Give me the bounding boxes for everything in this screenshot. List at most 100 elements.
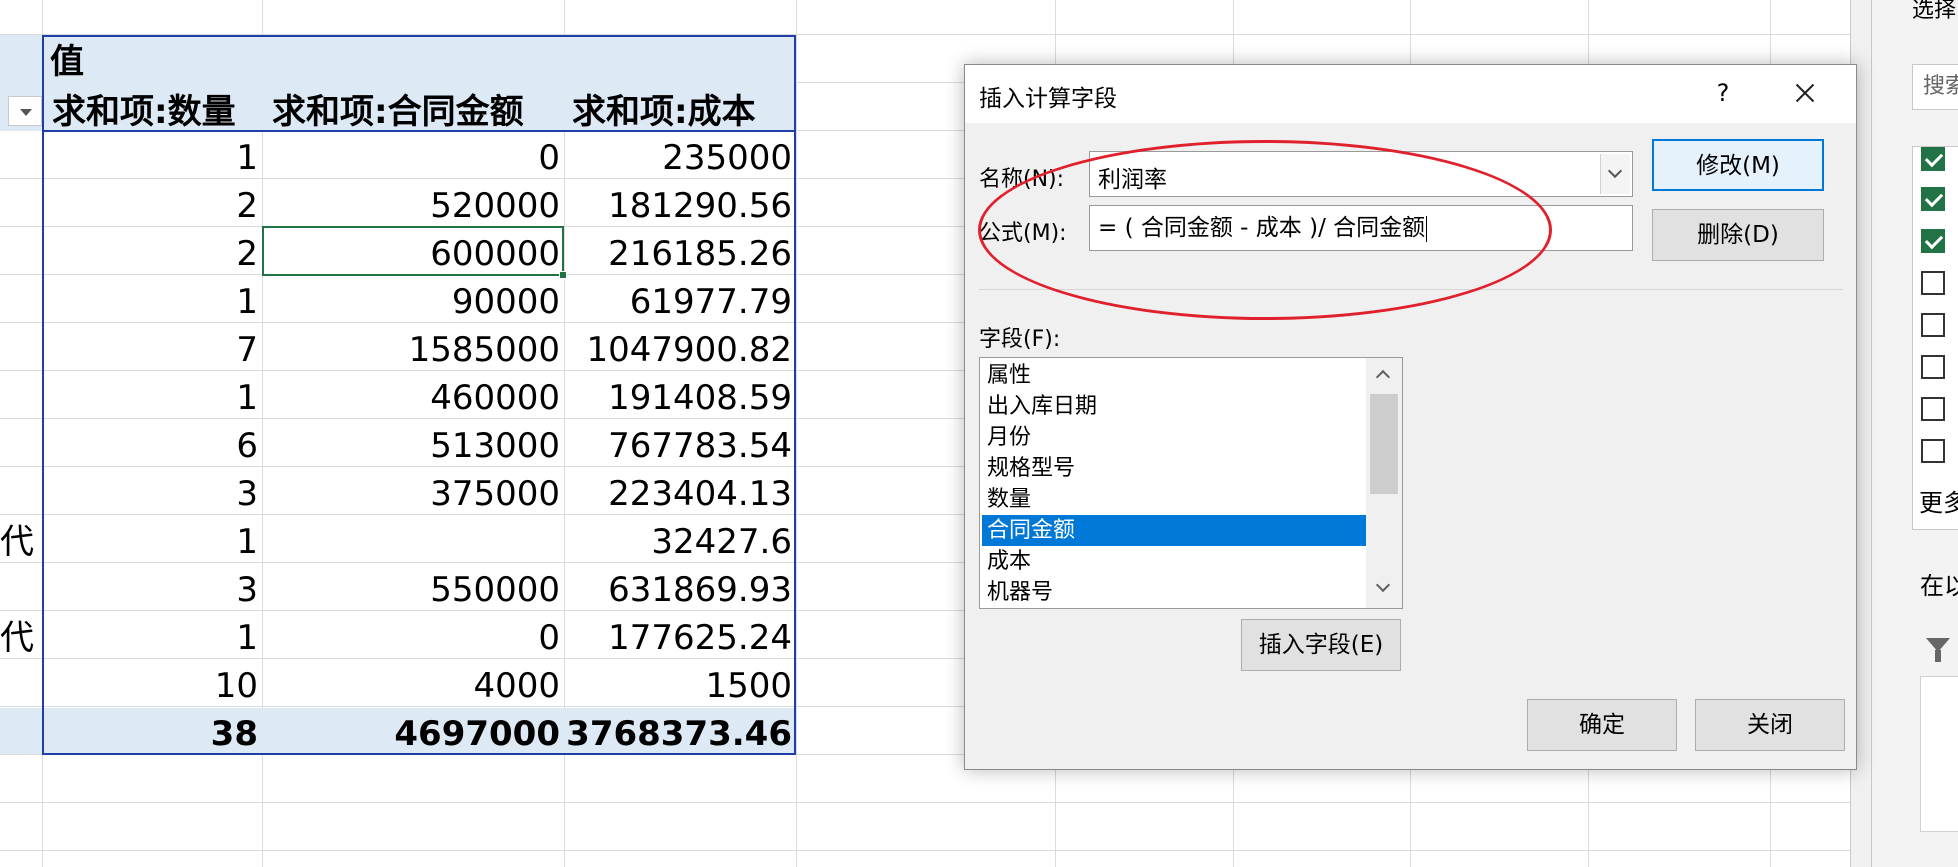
cost-cell[interactable]: 191408.59 — [566, 372, 792, 420]
chevron-down-icon[interactable] — [1375, 577, 1391, 593]
qty-cell[interactable]: 7 — [42, 324, 258, 372]
list-item[interactable]: 成本 — [982, 546, 1366, 577]
qty-cell[interactable]: 1 — [42, 276, 258, 324]
cost-cell[interactable]: 61977.79 — [566, 276, 792, 324]
qty-cell[interactable]: 1 — [42, 372, 258, 420]
pivot-header-rule — [42, 130, 796, 132]
amount-cell[interactable] — [264, 516, 560, 564]
chevron-up-icon[interactable] — [1375, 369, 1391, 385]
qty-cell[interactable]: 6 — [42, 420, 258, 468]
list-item-selected[interactable]: 合同金额 — [982, 515, 1366, 546]
name-label: 名称(N): — [979, 167, 1065, 192]
scrollbar-thumb[interactable] — [1370, 394, 1398, 494]
amount-cell[interactable]: 0 — [264, 132, 560, 180]
cost-cell[interactable]: 223404.13 — [566, 468, 792, 516]
list-item[interactable]: 月份 — [982, 422, 1366, 453]
total-qty-cell[interactable]: 38 — [42, 708, 258, 756]
field-checkbox[interactable] — [1921, 397, 1945, 421]
field-checkbox[interactable] — [1921, 147, 1945, 171]
field-checkbox[interactable] — [1921, 271, 1945, 295]
field-checkbox-list[interactable]: 更多 — [1912, 146, 1958, 530]
table-row: 10 4000 1500 — [0, 660, 800, 708]
filters-drop-area[interactable] — [1920, 676, 1958, 832]
field-checkbox[interactable] — [1921, 439, 1945, 463]
row-label[interactable]: 代 — [0, 612, 34, 660]
table-row: 1 0 235000 — [0, 132, 800, 180]
list-item[interactable]: 属性 — [982, 360, 1366, 391]
amount-cell[interactable]: 0 — [264, 612, 560, 660]
row-filter-dropdown[interactable] — [8, 96, 42, 126]
cost-cell[interactable]: 1047900.82 — [566, 324, 793, 372]
close-button[interactable]: 关闭 — [1695, 699, 1845, 751]
amount-cell[interactable]: 375000 — [264, 468, 560, 516]
table-row: 3 375000 223404.13 — [0, 468, 800, 516]
areas-label: 在以 — [1920, 572, 1958, 600]
cost-cell[interactable]: 631869.93 — [566, 564, 792, 612]
amount-cell[interactable]: 90000 — [264, 276, 560, 324]
grid-line — [0, 850, 1850, 851]
cost-cell[interactable]: 177625.24 — [566, 612, 792, 660]
name-value: 利润率 — [1098, 167, 1167, 193]
cost-cell[interactable]: 767783.54 — [566, 420, 792, 468]
list-item[interactable]: 机器号 — [982, 577, 1366, 608]
cost-cell[interactable]: 235000 — [566, 132, 792, 180]
modify-button[interactable]: 修改(M) — [1652, 139, 1824, 191]
insert-calculated-field-dialog: 插入计算字段 ? 名称(N): 利润率 公式(M): = ( 合同金额 - 成本… — [964, 64, 1857, 770]
amount-cell[interactable]: 513000 — [264, 420, 560, 468]
row-label[interactable]: 代 — [0, 516, 34, 564]
cost-cell[interactable]: 181290.56 — [566, 180, 792, 228]
qty-cell[interactable]: 1 — [42, 612, 258, 660]
help-button[interactable]: ? — [1703, 73, 1743, 113]
field-search-input[interactable]: 搜索 — [1912, 64, 1958, 110]
field-checkbox[interactable] — [1921, 313, 1945, 337]
qty-cell[interactable]: 1 — [42, 516, 258, 564]
cost-cell[interactable]: 216185.26 — [566, 228, 792, 276]
dialog-title: 插入计算字段 — [979, 86, 1117, 112]
close-icon[interactable] — [1783, 73, 1827, 113]
cost-cell[interactable]: 1500 — [566, 660, 792, 708]
amount-cell[interactable]: 460000 — [264, 372, 560, 420]
table-row: 1 90000 61977.79 — [0, 276, 800, 324]
grand-total-row: 38 4697000 3768373.46 — [0, 708, 800, 756]
name-combobox[interactable]: 利润率 — [1089, 151, 1633, 197]
filter-icon — [1926, 638, 1950, 662]
qty-cell[interactable]: 3 — [42, 564, 258, 612]
table-row: 代 1 0 177625.24 — [0, 612, 800, 660]
qty-cell[interactable]: 2 — [42, 228, 258, 276]
dialog-titlebar[interactable]: 插入计算字段 ? — [965, 65, 1856, 123]
qty-cell[interactable]: 10 — [42, 660, 258, 708]
total-cost-cell[interactable]: 3768373.46 — [566, 708, 792, 756]
field-checkbox[interactable] — [1921, 187, 1945, 211]
list-scrollbar[interactable] — [1366, 358, 1402, 608]
list-item[interactable]: 规格型号 — [982, 453, 1366, 484]
qty-cell[interactable]: 2 — [42, 180, 258, 228]
table-row: 6 513000 767783.54 — [0, 420, 800, 468]
qty-cell[interactable]: 1 — [42, 132, 258, 180]
amount-cell[interactable]: 520000 — [264, 180, 560, 228]
amount-cell[interactable]: 4000 — [264, 660, 560, 708]
total-amount-cell[interactable]: 4697000 — [264, 708, 560, 756]
ok-button[interactable]: 确定 — [1527, 699, 1677, 751]
fill-handle[interactable] — [559, 271, 567, 279]
chevron-down-icon[interactable] — [1600, 154, 1630, 194]
list-item[interactable]: 数量 — [982, 484, 1366, 515]
fields-label: 字段(F): — [979, 327, 1061, 352]
values-header: 值 — [50, 42, 84, 82]
formula-input[interactable]: = ( 合同金额 - 成本 )/ 合同金额 — [1089, 205, 1633, 251]
amount-cell[interactable]: 550000 — [264, 564, 560, 612]
table-row: 2 520000 181290.56 — [0, 180, 800, 228]
fields-listbox[interactable]: 属性 出入库日期 月份 规格型号 数量 合同金额 成本 机器号 — [979, 357, 1403, 609]
insert-field-button[interactable]: 插入字段(E) — [1241, 619, 1401, 671]
table-row: 3 550000 631869.93 — [0, 564, 800, 612]
amount-cell[interactable]: 1585000 — [264, 324, 560, 372]
cost-cell[interactable]: 32427.6 — [566, 516, 792, 564]
pivot-field-list-pane: 选择 搜索 更多 在以 — [1872, 0, 1958, 867]
formula-label: 公式(M): — [979, 221, 1067, 246]
list-item[interactable]: 出入库日期 — [982, 391, 1366, 422]
delete-button[interactable]: 删除(D) — [1652, 209, 1824, 261]
field-checkbox[interactable] — [1921, 355, 1945, 379]
field-checkbox[interactable] — [1921, 229, 1945, 253]
more-tables-link[interactable]: 更多 — [1919, 483, 1958, 518]
table-row: 1 460000 191408.59 — [0, 372, 800, 420]
qty-cell[interactable]: 3 — [42, 468, 258, 516]
